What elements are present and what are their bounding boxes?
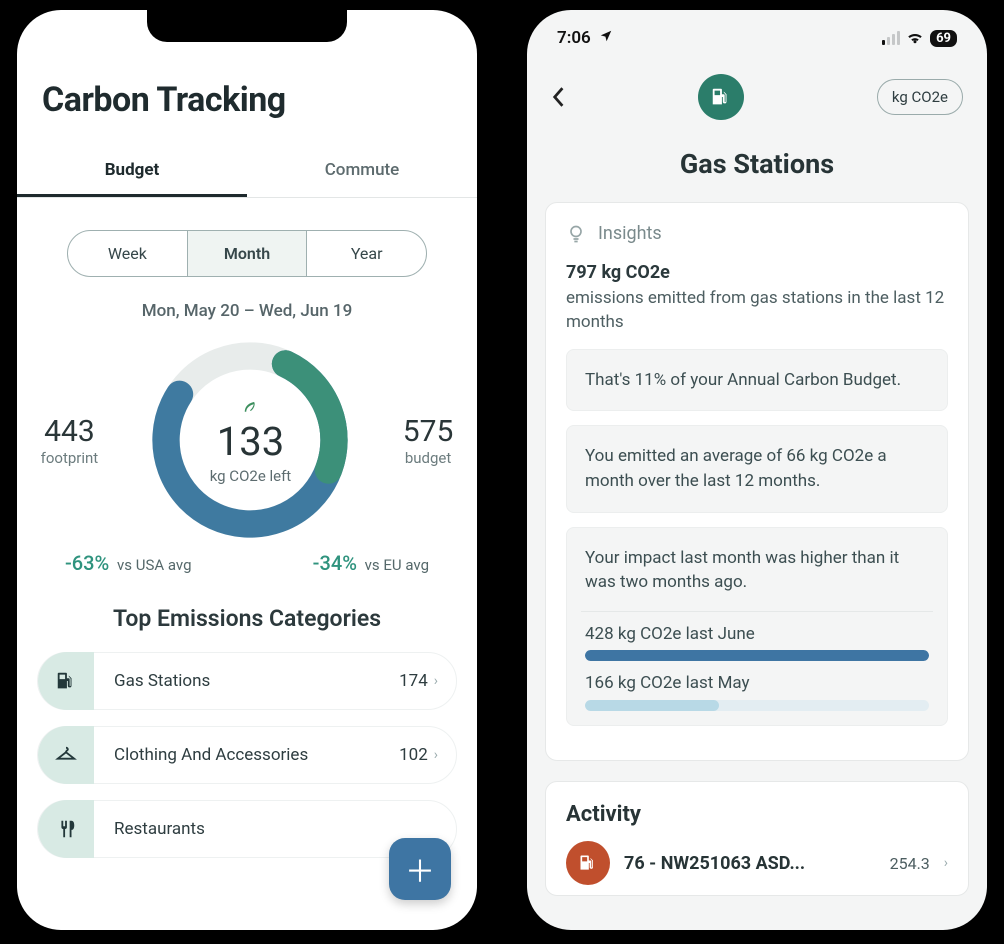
budget-value: 575 — [403, 414, 454, 449]
hanger-icon — [38, 726, 94, 784]
battery-badge: 69 — [930, 30, 957, 47]
detail-title: Gas Stations — [527, 148, 987, 180]
status-time-area: 7:06 — [557, 28, 613, 48]
add-button[interactable]: ＋ — [389, 838, 451, 900]
category-name: Gas Stations — [114, 671, 399, 691]
insights-subline: emissions emitted from gas stations in t… — [566, 287, 948, 335]
divider — [581, 611, 933, 612]
segment-month[interactable]: Month — [188, 231, 308, 276]
budget-stat: 575 budget — [403, 414, 454, 467]
activity-card: Activity 76 - NW251063 ASD... 254.3 › — [545, 781, 969, 896]
activity-value: 254.3 — [890, 854, 930, 873]
status-bar: 7:06 69 — [527, 10, 987, 48]
insight-tile-monthly-avg: You emitted an average of 66 kg CO2e a m… — [566, 425, 948, 512]
period-segmented-control: Week Month Year — [67, 230, 427, 277]
tab-budget[interactable]: Budget — [17, 146, 247, 197]
activity-heading: Activity — [566, 802, 948, 827]
location-arrow-icon — [599, 28, 613, 48]
gas-pump-icon — [578, 853, 598, 873]
status-right: 69 — [882, 30, 957, 47]
activity-name: 76 - NW251063 ASD... — [624, 853, 876, 874]
segment-week[interactable]: Week — [68, 231, 188, 276]
chevron-right-icon: › — [434, 673, 438, 689]
status-time: 7:06 — [557, 28, 591, 48]
tab-commute[interactable]: Commute — [247, 146, 477, 197]
dashboard-row: 443 footprint 133 kg CO2e left 575 budge… — [17, 335, 477, 545]
gauge-sublabel: kg CO2e left — [210, 467, 292, 485]
category-gas-stations[interactable]: Gas Stations 174 › — [37, 652, 457, 710]
plus-icon: ＋ — [405, 847, 435, 891]
detail-header: kg CO2e — [527, 48, 987, 120]
insight-tile-comparison: Your impact last month was higher than i… — [566, 527, 948, 727]
footprint-value: 443 — [41, 414, 99, 449]
compare-usa-pct: -63% — [65, 551, 109, 575]
utensils-icon — [38, 800, 94, 858]
compare-eu-label: vs EU avg — [365, 556, 429, 574]
lightbulb-icon — [566, 224, 586, 244]
bar-label-june: 428 kg CO2e last June — [585, 622, 929, 647]
footprint-label: footprint — [41, 449, 99, 467]
bar-may — [585, 700, 929, 711]
insights-header: Insights — [566, 223, 948, 244]
category-list: Gas Stations 174 › Clothing And Accessor… — [17, 652, 477, 858]
budget-label: budget — [403, 449, 454, 467]
category-clothing[interactable]: Clothing And Accessories 102 › — [37, 726, 457, 784]
chevron-right-icon: › — [944, 855, 948, 871]
insights-card: Insights 797 kg CO2e emissions emitted f… — [545, 202, 969, 761]
insight-comparison-text: Your impact last month was higher than i… — [585, 546, 929, 595]
leaf-icon — [241, 396, 259, 414]
wifi-icon — [906, 31, 924, 45]
phone-carbon-tracking: Carbon Tracking Budget Commute Week Mont… — [17, 10, 477, 930]
merchant-icon — [566, 841, 610, 885]
notch — [147, 10, 347, 42]
insight-tile-budget-share: That's 11% of your Annual Carbon Budget. — [566, 349, 948, 412]
tab-bar: Budget Commute — [17, 146, 477, 198]
category-value: 102 — [399, 745, 428, 765]
insights-headline: 797 kg CO2e — [566, 262, 948, 283]
bar-label-may: 166 kg CO2e last May — [585, 671, 929, 696]
category-name: Restaurants — [114, 819, 432, 839]
top-categories-heading: Top Emissions Categories — [17, 605, 477, 632]
gas-pump-icon — [38, 652, 94, 710]
gauge-value: 133 — [217, 418, 284, 465]
footprint-stat: 443 footprint — [41, 414, 99, 467]
compare-eu-pct: -34% — [313, 551, 357, 575]
segment-year[interactable]: Year — [307, 231, 426, 276]
bar-june — [585, 650, 929, 661]
phone-gas-stations: 7:06 69 kg CO2e Gas Stations — [527, 10, 987, 930]
cell-signal-icon — [882, 31, 901, 45]
back-button[interactable] — [551, 86, 565, 108]
category-value: 174 — [399, 671, 428, 691]
unit-toggle[interactable]: kg CO2e — [877, 79, 963, 115]
budget-gauge: 133 kg CO2e left — [145, 335, 355, 545]
category-icon-badge — [698, 74, 744, 120]
chevron-left-icon — [551, 86, 565, 108]
activity-row[interactable]: 76 - NW251063 ASD... 254.3 › — [566, 841, 948, 885]
date-range: Mon, May 20 – Wed, Jun 19 — [17, 301, 477, 321]
gas-pump-icon — [710, 86, 732, 108]
comparison-row: -63% vs USA avg -34% vs EU avg — [17, 545, 477, 575]
compare-eu: -34% vs EU avg — [313, 551, 429, 575]
gauge-center: 133 kg CO2e left — [145, 335, 355, 545]
compare-usa: -63% vs USA avg — [65, 551, 192, 575]
category-name: Clothing And Accessories — [114, 745, 399, 765]
compare-usa-label: vs USA avg — [117, 556, 192, 574]
insights-label: Insights — [598, 223, 662, 244]
chevron-right-icon: › — [434, 747, 438, 763]
